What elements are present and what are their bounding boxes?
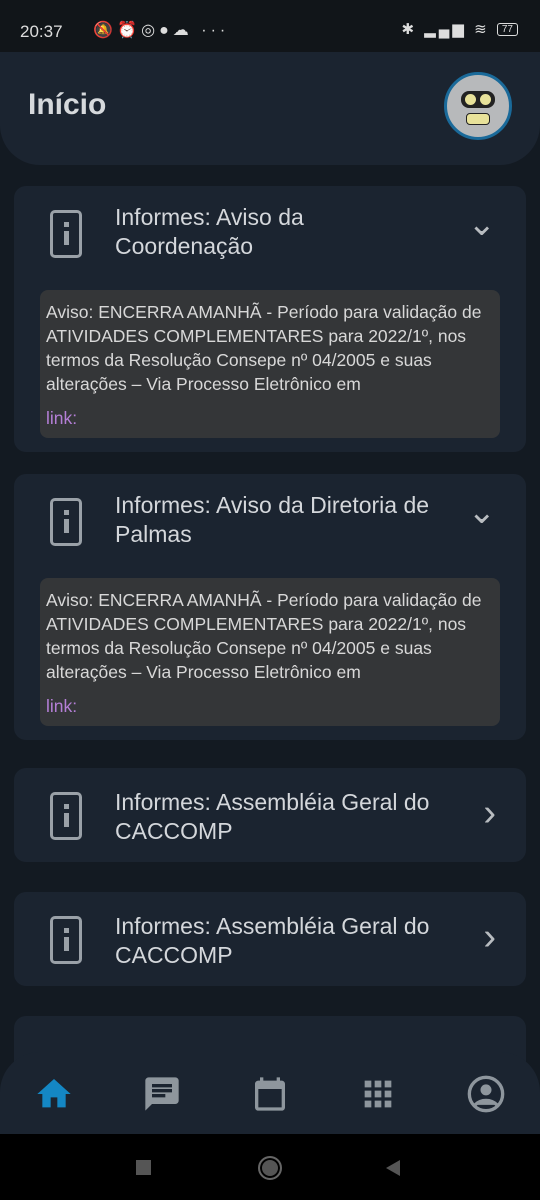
robot-visor-icon [461, 91, 495, 108]
profile-icon[interactable] [466, 1074, 506, 1114]
card-link[interactable]: link: [46, 694, 77, 718]
chevron-down-icon[interactable]: ⌄ [468, 492, 497, 532]
card-title: Informes: Assembléia Geral do CACCOMP [115, 913, 430, 968]
card-title: Informes: Assembléia Geral do CACCOMP [115, 789, 430, 844]
card-link[interactable]: link: [46, 406, 77, 430]
card-body: Aviso: ENCERRA AMANHÃ - Período para val… [40, 290, 500, 438]
robot-mouth-icon [466, 113, 490, 125]
status-time: 20:37 [20, 22, 63, 41]
card-aviso-diretoria[interactable]: Informes: Aviso da Diretoria de Palmas ⌄… [14, 474, 526, 740]
document-icon [50, 210, 82, 258]
page-title: Início [28, 88, 107, 121]
calendar-icon[interactable] [250, 1074, 290, 1114]
card-body: Aviso: ENCERRA AMANHÃ - Período para val… [40, 578, 500, 726]
card-assembleia-1[interactable]: Informes: Assembléia Geral do CACCOMP › [14, 768, 526, 862]
document-icon [50, 792, 82, 840]
system-navigation-bar [0, 1134, 540, 1200]
bottom-navigation [0, 1052, 540, 1134]
card-body-text: Aviso: ENCERRA AMANHÃ - Período para val… [46, 590, 482, 682]
recents-button[interactable] [136, 1160, 151, 1175]
card-assembleia-2[interactable]: Informes: Assembléia Geral do CACCOMP › [14, 892, 526, 986]
messages-icon[interactable] [142, 1074, 182, 1114]
home-button[interactable] [258, 1156, 282, 1180]
card-title: Informes: Aviso da Diretoria de Palmas [115, 492, 430, 547]
back-button[interactable] [386, 1160, 400, 1176]
document-icon [50, 916, 82, 964]
apps-grid-icon[interactable] [358, 1074, 398, 1114]
app-header: Início [0, 52, 540, 165]
status-bar: 20:37 🔕⏰◎●☁ ··· ✱ ▂▄▆ ≋ 77 [0, 0, 540, 52]
chevron-right-icon[interactable]: › [483, 792, 496, 835]
avatar[interactable] [444, 72, 512, 140]
notification-icons: 🔕⏰◎●☁ ··· [68, 22, 230, 39]
chevron-right-icon[interactable]: › [483, 916, 496, 959]
home-icon[interactable] [34, 1074, 74, 1114]
document-icon [50, 498, 82, 546]
card-body-text: Aviso: ENCERRA AMANHÃ - Período para val… [46, 302, 482, 394]
system-icons: ✱ ▂▄▆ ≋ 77 [402, 20, 518, 38]
card-aviso-coordenacao[interactable]: Informes: Aviso da Coordenação ⌄ Aviso: … [14, 186, 526, 452]
card-title: Informes: Aviso da Coordenação [115, 204, 304, 259]
chevron-down-icon[interactable]: ⌄ [468, 204, 497, 244]
battery-icon: 77 [496, 23, 518, 36]
